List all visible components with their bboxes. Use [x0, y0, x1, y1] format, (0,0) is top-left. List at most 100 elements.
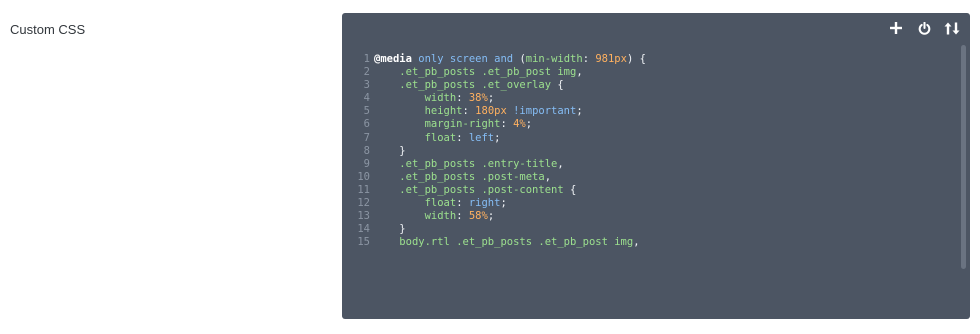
plus-icon[interactable]	[888, 20, 904, 36]
code-token: ;	[576, 105, 583, 118]
code-line-text: .et_pb_posts .post-content {	[374, 184, 956, 197]
code-line: 8 }	[342, 145, 956, 158]
code-token: }	[374, 223, 406, 236]
line-number: 10	[357, 170, 370, 183]
line-number: 2	[363, 66, 370, 79]
code-token: }	[374, 144, 406, 157]
code-line-text: body.rtl .et_pb_posts .et_pb_post img,	[374, 236, 956, 249]
css-code-editor[interactable]: 1 @media only screen and (min-width: 981p…	[342, 13, 970, 319]
code-token: and	[494, 53, 514, 65]
code-token: .et_pb_posts .et_overlay	[399, 79, 552, 92]
code-token: only	[418, 53, 444, 65]
code-token: 38%	[468, 92, 488, 105]
code-line-text: .et_pb_posts .et_overlay {	[374, 79, 956, 92]
code-token: .et_pb_posts .entry-title	[399, 157, 558, 170]
line-number: 12	[357, 197, 370, 210]
code-line-text: height: 180px !important;	[374, 105, 956, 118]
code-token: .et_pb_posts .post-content	[399, 183, 564, 196]
code-token: :	[500, 118, 514, 131]
code-line-text: float: left;	[374, 132, 956, 145]
code-token: left	[468, 131, 495, 144]
line-number: 7	[363, 131, 370, 144]
code-token: margin-right	[424, 118, 501, 131]
line-number: 5	[363, 105, 370, 118]
code-line: 5 height: 180px !important;	[342, 105, 956, 118]
code-token: ;	[494, 131, 501, 144]
code-token: width	[424, 210, 457, 223]
code-line-text: .et_pb_posts .post-meta,	[374, 171, 956, 184]
code-token: .et_pb_posts .post-meta	[399, 170, 545, 183]
code-token: float	[424, 131, 457, 144]
line-number: 4	[363, 92, 370, 105]
custom-css-label: Custom CSS	[10, 22, 86, 37]
code-line-text: }	[374, 145, 956, 158]
code-token: :	[456, 210, 469, 223]
code-token: :	[582, 53, 596, 65]
code-token: @media	[374, 53, 412, 65]
code-token: 180px	[475, 105, 507, 118]
code-token: body.rtl .et_pb_posts .et_pb_post img	[399, 236, 634, 249]
code-line: 13 width: 58%;	[342, 210, 956, 223]
line-number: 3	[363, 79, 370, 92]
code-line: 1 @media only screen and (min-width: 981p…	[342, 53, 956, 66]
code-line: 6 margin-right: 4%;	[342, 118, 956, 131]
line-number: 14	[357, 223, 370, 236]
code-line: 3 .et_pb_posts .et_overlay {	[342, 79, 956, 92]
code-token: width	[424, 92, 457, 105]
code-line-text: float: right;	[374, 197, 956, 210]
code-token: ,	[633, 236, 640, 249]
editor-scrollbar[interactable]	[961, 45, 966, 269]
code-line-text: }	[374, 223, 956, 236]
code-token: 981px	[595, 53, 627, 65]
code-token: ,	[557, 157, 564, 170]
line-number: 8	[363, 144, 370, 157]
code-line: 2 .et_pb_posts .et_pb_post img,	[342, 66, 956, 79]
line-number: 11	[357, 183, 370, 196]
code-token: ,	[576, 66, 583, 79]
line-number: 1	[363, 53, 370, 65]
code-token: :	[462, 105, 476, 118]
code-token: :	[456, 92, 469, 105]
code-line-text: width: 38%;	[374, 92, 956, 105]
code-line: 12 float: right;	[342, 197, 956, 210]
power-icon[interactable]	[916, 20, 932, 36]
code-line-text: width: 58%;	[374, 210, 956, 223]
code-line-text: margin-right: 4%;	[374, 118, 956, 131]
line-number: 6	[363, 118, 370, 131]
code-token: ;	[487, 92, 495, 105]
line-number: 13	[357, 210, 370, 223]
code-token: screen	[449, 53, 488, 65]
code-token: {	[563, 183, 577, 196]
code-token: ,	[544, 170, 552, 183]
code-token: :	[456, 197, 469, 210]
code-line: 7 float: left;	[342, 132, 956, 145]
code-line: 4 width: 38%;	[342, 92, 956, 105]
sort-arrows-icon[interactable]	[944, 20, 960, 36]
code-line: 9 .et_pb_posts .entry-title,	[342, 158, 956, 171]
code-token: !important	[513, 105, 577, 118]
code-token: (	[513, 53, 526, 65]
code-token: height	[424, 105, 463, 118]
code-token: ;	[500, 197, 507, 210]
code-line-text: .et_pb_posts .et_pb_post img,	[374, 66, 956, 79]
code-area[interactable]: 1 @media only screen and (min-width: 981p…	[342, 53, 956, 319]
code-token: .et_pb_posts .et_pb_post img	[399, 66, 577, 79]
code-line: 11 .et_pb_posts .post-content {	[342, 184, 956, 197]
code-line-text: @media only screen and (min-width: 981px…	[374, 53, 956, 66]
code-token: ;	[525, 118, 533, 131]
code-token: float	[424, 197, 457, 210]
code-token: {	[551, 79, 564, 92]
code-token: 58%	[468, 210, 488, 223]
code-line-text: .et_pb_posts .entry-title,	[374, 158, 956, 171]
code-token: 4%	[513, 118, 526, 131]
